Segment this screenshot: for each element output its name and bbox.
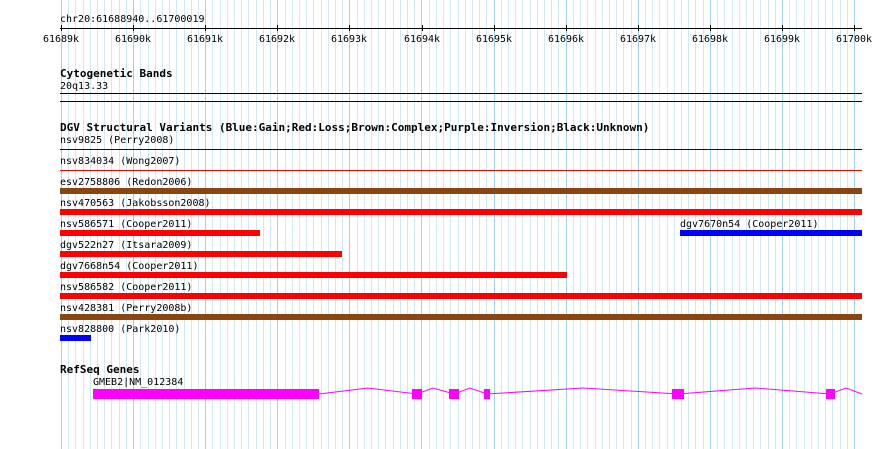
dgv-feature-bar[interactable] xyxy=(60,251,342,257)
dgv-feature-bar[interactable] xyxy=(60,272,567,278)
ruler-tick-label: 61700k xyxy=(835,34,873,45)
gene-exon xyxy=(484,389,490,399)
ruler-axis xyxy=(60,28,862,29)
ruler-tick-label: 61698k xyxy=(691,34,729,45)
ruler-tick xyxy=(422,25,423,31)
ruler-tick xyxy=(61,25,62,31)
ruler-tick-label: 61699k xyxy=(763,34,801,45)
ruler-tick-label: 61689k xyxy=(42,34,80,45)
ruler-tick-label: 61697k xyxy=(619,34,657,45)
gene-exon xyxy=(412,389,422,399)
gene-exon xyxy=(826,389,835,399)
ruler-tick xyxy=(205,25,206,31)
dgv-feature-bar[interactable] xyxy=(60,188,862,194)
ruler-tick-label: 61695k xyxy=(475,34,513,45)
refseq-track-title: RefSeq Genes xyxy=(60,363,140,376)
dgv-track-title: DGV Structural Variants (Blue:Gain;Red:L… xyxy=(60,121,650,134)
gene-exon xyxy=(93,389,319,399)
ruler-tick xyxy=(854,25,855,31)
dgv-feature-bar[interactable] xyxy=(60,230,260,236)
gene-intron-line xyxy=(318,387,863,395)
ruler-tick-label: 61693k xyxy=(330,34,368,45)
dgv-feature-bar[interactable] xyxy=(60,293,862,299)
cytoband-label: 20q13.33 xyxy=(60,81,109,92)
ruler-tick-label: 61692k xyxy=(258,34,296,45)
ruler-tick xyxy=(349,25,350,31)
ruler-tick xyxy=(494,25,495,31)
dgv-feature-bar[interactable] xyxy=(680,230,862,236)
dgv-feature-bar[interactable] xyxy=(60,209,862,215)
dgv-item-label[interactable]: nsv9825 (Perry2008) xyxy=(60,135,174,147)
ruler-tick xyxy=(710,25,711,31)
gene-exon xyxy=(672,389,684,399)
ruler-tick xyxy=(566,25,567,31)
ruler-tick xyxy=(782,25,783,31)
ruler-tick xyxy=(638,25,639,31)
ruler-tick-label: 61696k xyxy=(547,34,585,45)
ruler-tick-label: 61690k xyxy=(114,34,152,45)
ruler-tick-label: 61694k xyxy=(403,34,441,45)
gene-model[interactable] xyxy=(0,380,890,410)
gene-exon xyxy=(449,389,459,399)
cytoband-track-title: Cytogenetic Bands xyxy=(60,67,173,80)
ruler-tick-label: 61691k xyxy=(186,34,224,45)
dgv-feature-bar[interactable] xyxy=(60,335,91,341)
dgv-feature-bar[interactable] xyxy=(60,314,862,320)
cytoband-bottom-line xyxy=(60,101,862,102)
dgv-feature-line[interactable] xyxy=(60,170,862,171)
cytoband-top-line xyxy=(60,93,862,94)
ruler-tick xyxy=(133,25,134,31)
dgv-item-label[interactable]: nsv834034 (Wong2007) xyxy=(60,156,180,168)
genome-browser-canvas[interactable]: chr20:61688940..61700019 61689k 61690k 616… xyxy=(0,0,890,449)
ruler-tick xyxy=(277,25,278,31)
dgv-feature-line[interactable] xyxy=(60,149,862,150)
